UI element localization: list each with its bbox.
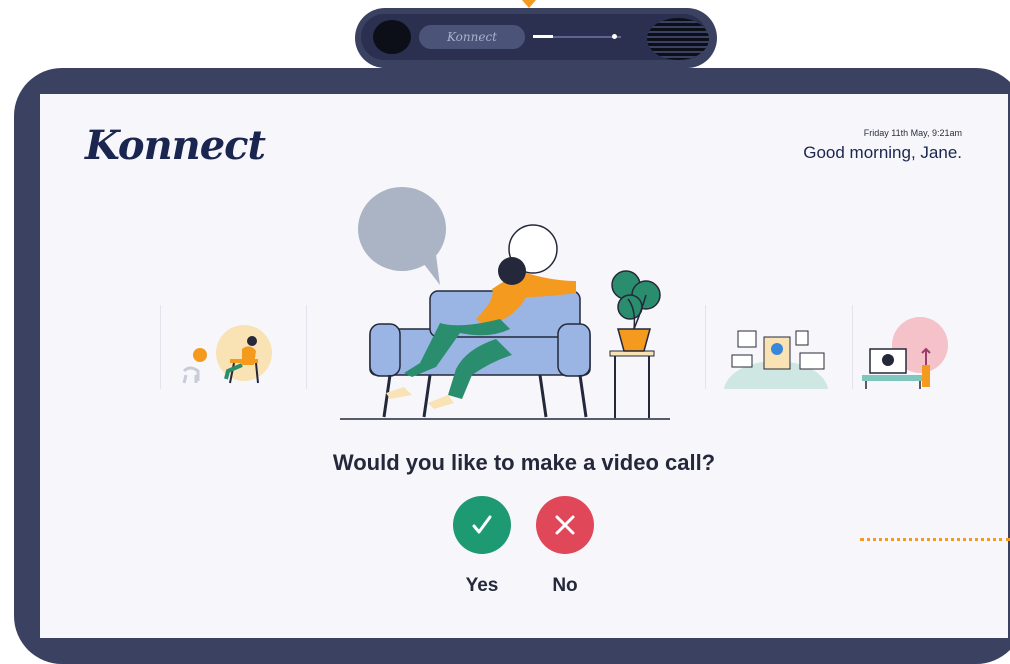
illustration-gallery-card[interactable] bbox=[702, 309, 850, 389]
app-logo: Konnect bbox=[85, 122, 266, 169]
illustration-carousel[interactable] bbox=[40, 179, 1008, 429]
camera-brand-label: Konnect bbox=[419, 25, 525, 49]
screen: Konnect Friday 11th May, 9:21am Good mor… bbox=[40, 94, 1008, 638]
camera-inner: Konnect bbox=[361, 14, 709, 60]
camera-bar: Konnect bbox=[355, 8, 717, 68]
yes-label: Yes bbox=[465, 575, 499, 596]
illustration-reading-card[interactable] bbox=[160, 309, 306, 389]
date-time: Friday 11th May, 9:21am bbox=[863, 128, 962, 138]
illustration-tv-card[interactable] bbox=[850, 309, 970, 389]
camera-lens-icon bbox=[373, 20, 411, 54]
no-label: No bbox=[552, 575, 578, 596]
camera-slider[interactable] bbox=[533, 34, 621, 39]
orange-dotted-line bbox=[860, 538, 1010, 541]
divider bbox=[306, 305, 307, 389]
checkmark-icon bbox=[472, 515, 492, 534]
greeting: Good morning, Jane. bbox=[803, 143, 962, 162]
orange-marker bbox=[522, 0, 536, 8]
call-question: Would you like to make a video call? bbox=[332, 450, 716, 475]
hero-illustration bbox=[340, 187, 670, 420]
speaker-grille-icon bbox=[647, 18, 709, 60]
no-button[interactable] bbox=[536, 496, 594, 554]
yes-button[interactable] bbox=[453, 496, 511, 554]
close-icon bbox=[555, 515, 575, 535]
